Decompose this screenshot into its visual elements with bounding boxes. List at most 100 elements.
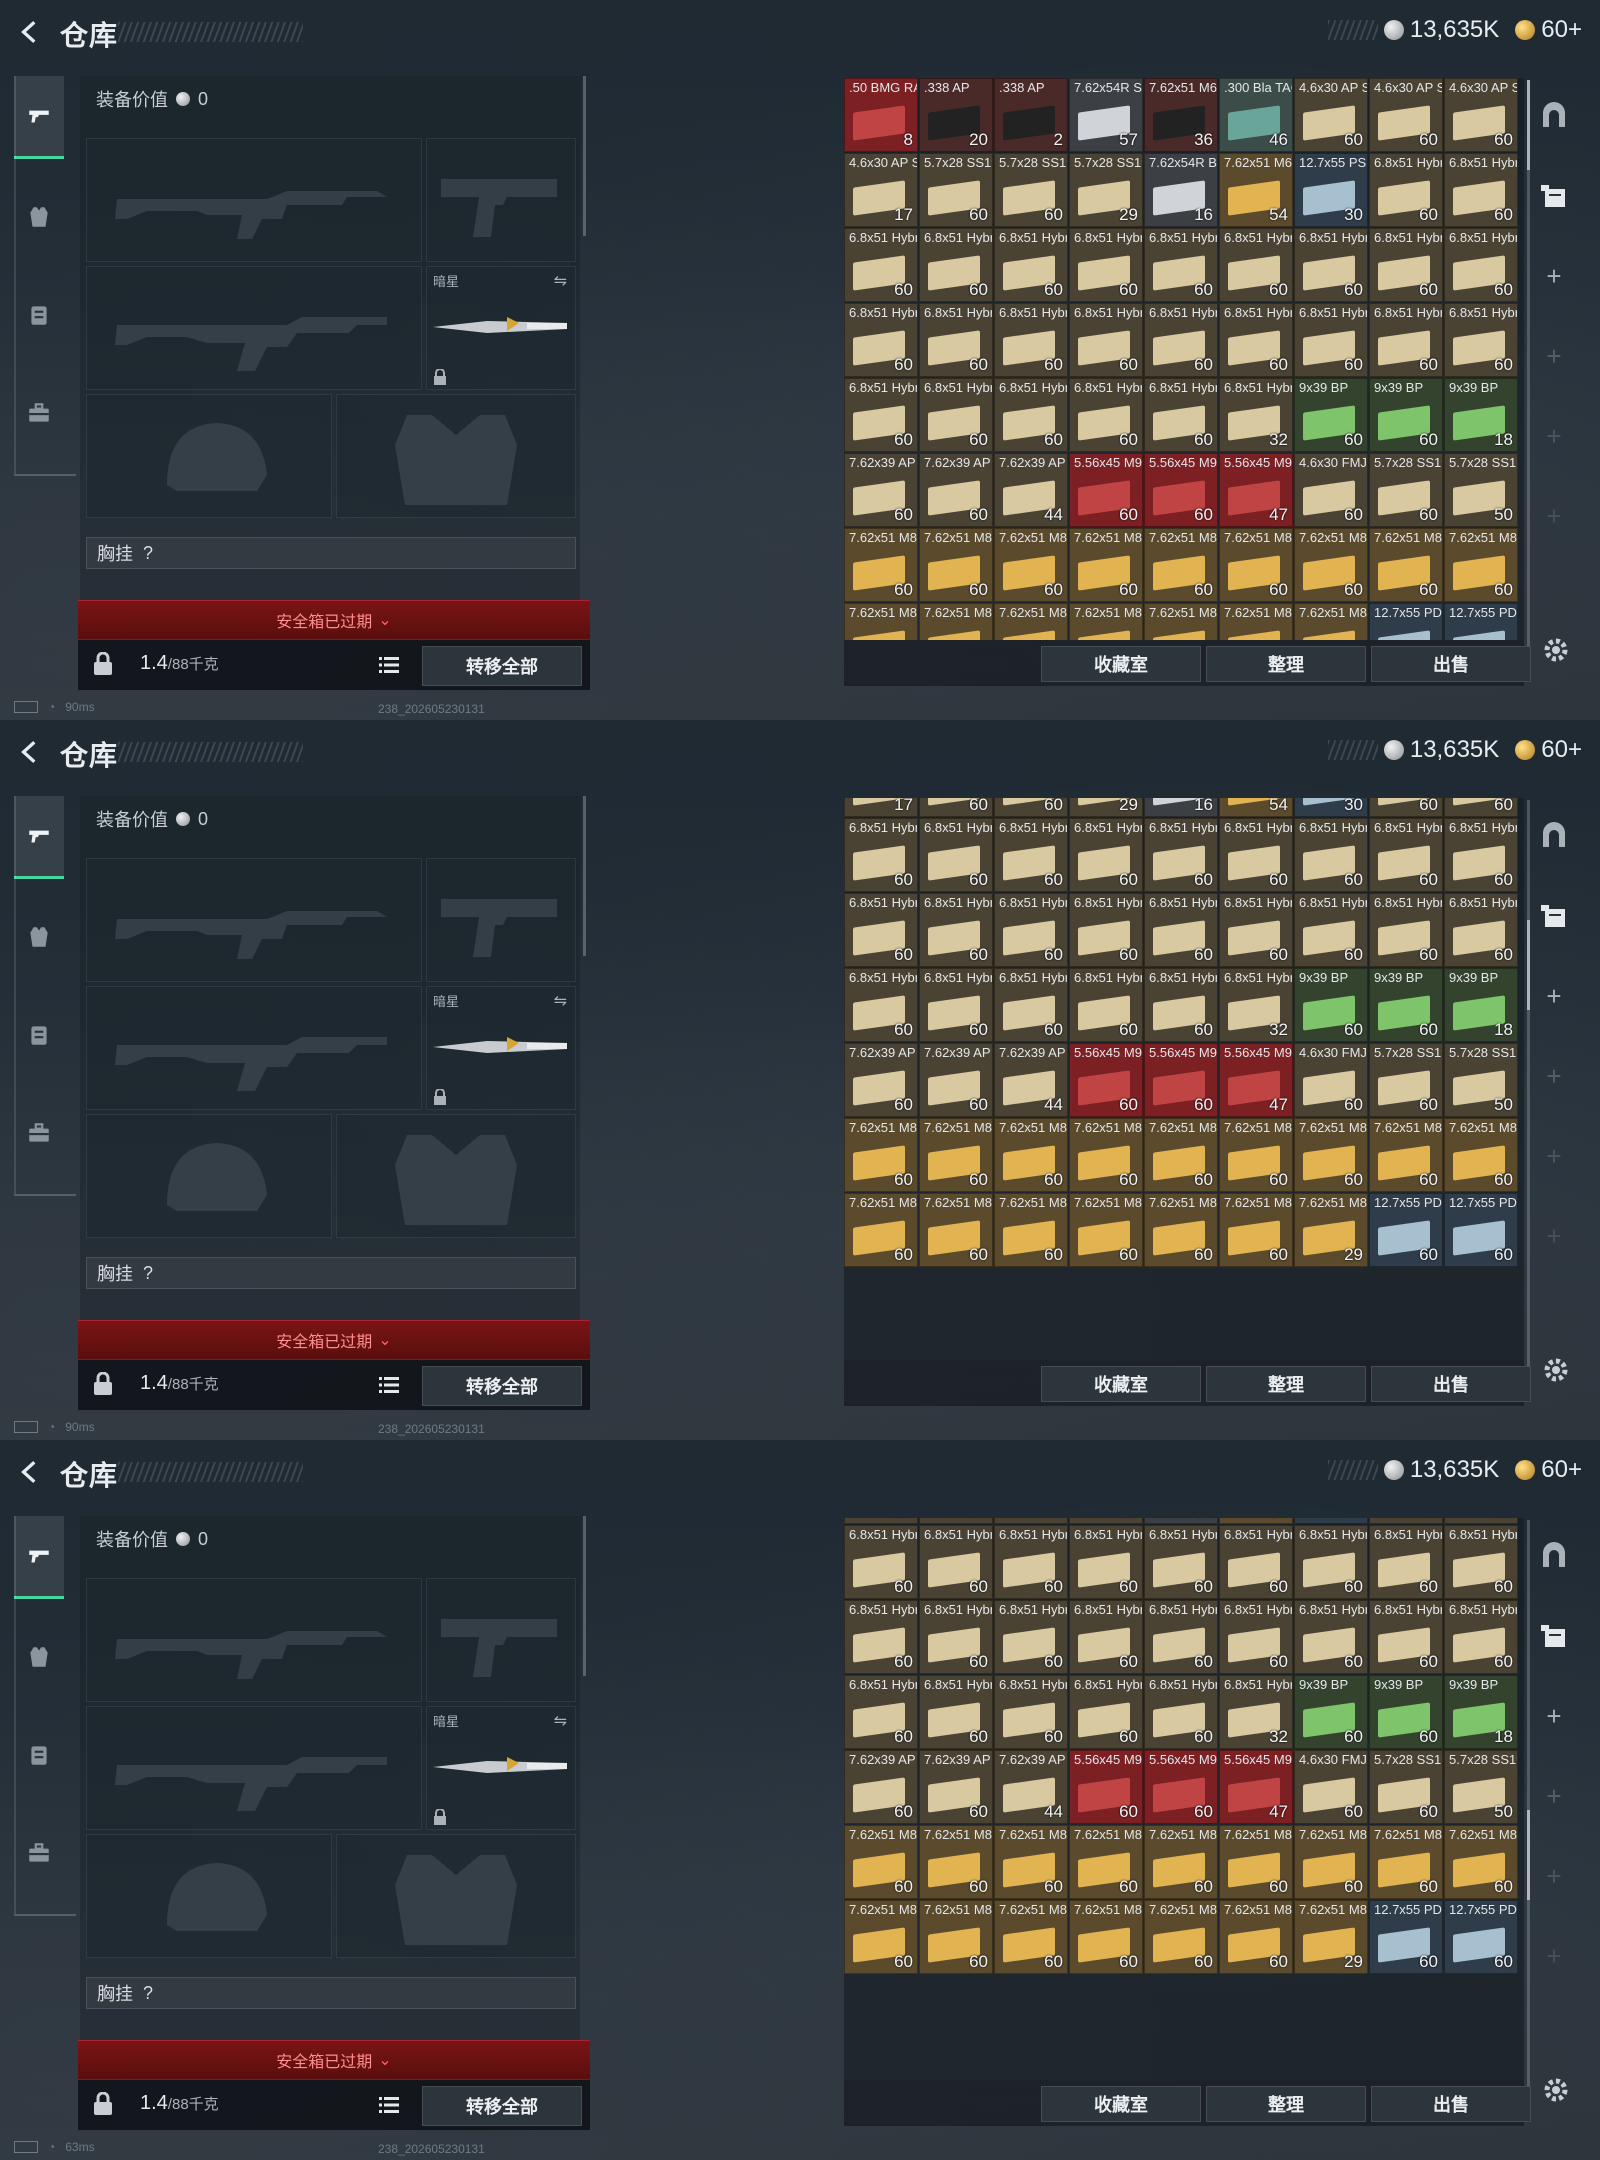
transfer-all-button[interactable]: 转移全部 [422,1366,582,1406]
inventory-item[interactable]: 4.6x30 AP SX 17 [844,153,918,227]
inventory-item[interactable]: 6.8x51 Hybrid60 [1069,968,1143,1042]
inventory-item[interactable]: 6.8x51 Hybrid60 [844,303,918,377]
inventory-item[interactable]: 6.8x51 Hybrid60 [994,968,1068,1042]
inventory-item[interactable]: 6.8x51 Hybrid60 [1444,1525,1518,1599]
inventory-item[interactable]: 6.8x51 Hybrid60 [844,818,918,892]
inventory-item[interactable]: 12.7x55 PS12B30 [1294,798,1368,817]
inventory-item[interactable]: 9x39 BP 60 [1294,1675,1368,1749]
container-tab[interactable] [1534,176,1574,216]
inventory-item[interactable]: 7.62x51 M80 60 [844,1825,918,1899]
inventory-item[interactable]: 6.8x51 Hybrid60 [994,893,1068,967]
transfer-all-button[interactable]: 转移全部 [422,2086,582,2126]
nav-tab-case[interactable] [14,373,64,453]
inventory-item[interactable]: 6.8x51 Hybrid 32 [1219,968,1293,1042]
inventory-item[interactable]: 6.8x51 Hybrid60 [1294,1525,1368,1599]
back-button[interactable] [12,734,48,770]
inventory-item[interactable]: 4.6x30 AP SX 60 [1294,78,1368,152]
transfer-all-button[interactable]: 转移全部 [422,646,582,686]
inventory-item[interactable]: 7.62x51 M80 60 [1294,528,1368,602]
inventory-item[interactable]: 7.62x51 M80 60 [1444,528,1518,602]
add-tab-button[interactable]: + [1534,1696,1574,1736]
equipment-scrollbar[interactable] [583,76,586,236]
inventory-item[interactable]: 7.62x51 M8029 [1294,603,1368,640]
nav-tab-case[interactable] [14,1093,64,1173]
inventory-item[interactable]: 7.62x39 AP 60 [919,1043,993,1117]
inventory-scrollbar[interactable] [1527,800,1530,1400]
inventory-item[interactable]: 6.8x51 Hybrid60 [1369,303,1443,377]
inventory-item[interactable]: 6.8x51 Hybrid60 [1444,303,1518,377]
inventory-grid-viewport[interactable]: .50 BMG RAZOR 8 .338 AP 20 .338 AP 2 7.62x54R … [844,78,1524,640]
inventory-item[interactable]: 7.62x51 M80 60 [1144,1825,1218,1899]
secondary-weapon-slot[interactable] [86,266,422,390]
inventory-item[interactable]: 12.7x55 PD穿刺弹头 60 [1444,1900,1518,1974]
inventory-scroll-thumb[interactable] [1527,920,1530,1010]
inventory-item[interactable]: 5.7x28 SS19060 [919,1518,993,1524]
inventory-item[interactable]: 6.8x51 Hybrid60 [844,1675,918,1749]
inventory-item[interactable]: 6.8x51 Hybrid60 [1444,1518,1518,1524]
armor-slot[interactable] [336,1114,576,1238]
inventory-item[interactable]: 5.7x28 SS19060 [994,798,1068,817]
inventory-item[interactable]: 6.8x51 Hybrid 32 [1219,1675,1293,1749]
inventory-item[interactable]: 7.62x51 M80 60 [1219,1118,1293,1192]
inventory-item[interactable]: 6.8x51 Hybrid60 [1069,1600,1143,1674]
add-tab-button[interactable]: + [1534,976,1574,1016]
inventory-item[interactable]: 6.8x51 Hybrid60 [1294,303,1368,377]
inventory-item[interactable]: 6.8x51 Hybrid60 [844,1525,918,1599]
stash-tab[interactable] [1534,816,1574,856]
inventory-item[interactable]: 4.6x30 AP SX 60 [1369,78,1443,152]
equipment-scrollbar[interactable] [583,796,586,956]
inventory-item[interactable]: 6.8x51 Hybrid60 [1294,893,1368,967]
melee-slot[interactable]: 暗星 ⇋ [426,1706,576,1830]
inventory-item[interactable]: 6.8x51 Hybrid60 [1219,1525,1293,1599]
inventory-item[interactable]: 9x39 BP 60 [1294,378,1368,452]
inventory-item[interactable]: 6.8x51 Hybrid60 [1219,818,1293,892]
inventory-item[interactable]: 6.8x51 Hybrid60 [1144,303,1218,377]
inventory-item[interactable]: 6.8x51 Hybrid60 [844,893,918,967]
inventory-item[interactable]: 5.7x28 SS190 50 [1444,1043,1518,1117]
inventory-item[interactable]: 6.8x51 Hybrid60 [1369,153,1443,227]
inventory-item[interactable]: 6.8x51 Hybrid60 [1294,818,1368,892]
inventory-item[interactable]: .338 AP 20 [919,78,993,152]
inventory-item[interactable]: 6.8x51 Hybrid60 [1444,228,1518,302]
nav-tab-armor[interactable] [14,1617,64,1697]
inventory-item[interactable]: 7.62x51 M6254 [1219,798,1293,817]
inventory-item[interactable]: 12.7x55 PD穿刺弹头 60 [1444,1193,1518,1267]
melee-slot[interactable]: 暗星 ⇋ [426,986,576,1110]
inventory-item[interactable]: 7.62x51 M8029 [1294,1900,1368,1974]
inventory-item[interactable]: 5.56x45 M955 47 [1219,1750,1293,1824]
inventory-item[interactable]: 6.8x51 Hybrid60 [1444,153,1518,227]
inventory-item[interactable]: 6.8x51 Hybrid60 [1069,228,1143,302]
nav-tab-weapons[interactable] [14,76,64,159]
add-tab-button-4[interactable]: + [1534,496,1574,536]
inventory-item[interactable]: 7.62x51 M80 60 [1369,1118,1443,1192]
inventory-item[interactable]: 6.8x51 Hybrid60 [1144,1600,1218,1674]
inventory-item[interactable]: 7.62x51 M61 36 [1144,78,1218,152]
inventory-item[interactable]: 7.62x51 M80 60 [1369,528,1443,602]
inventory-item[interactable]: 7.62x51 M80 60 [919,1900,993,1974]
sell-button[interactable]: 出售 [1371,2086,1531,2122]
inventory-item[interactable]: 6.8x51 Hybrid60 [844,378,918,452]
collection-room-button[interactable]: 收藏室 [1041,2086,1201,2122]
inventory-item[interactable]: 6.8x51 Hybrid60 [1369,228,1443,302]
inventory-item[interactable]: 6.8x51 Hybrid60 [994,818,1068,892]
inventory-item[interactable]: 7.62x51 M80 60 [1069,1118,1143,1192]
list-icon[interactable] [378,1374,400,1396]
inventory-item[interactable]: 6.8x51 Hybrid60 [1069,378,1143,452]
add-tab-button-2[interactable]: + [1534,336,1574,376]
inventory-item[interactable]: 5.7x28 SS190 29 [1069,153,1143,227]
inventory-item[interactable]: 7.62x51 M80 60 [919,1825,993,1899]
nav-tab-weapons[interactable] [14,796,64,879]
inventory-item[interactable]: 6.8x51 Hybrid60 [844,968,918,1042]
add-tab-button-2[interactable]: + [1534,1776,1574,1816]
settings-gear-icon[interactable] [1540,634,1572,666]
container-tab[interactable] [1534,1616,1574,1656]
add-tab-button-3[interactable]: + [1534,1136,1574,1176]
inventory-item[interactable]: 7.62x39 AP 60 [919,1750,993,1824]
inventory-item[interactable]: 6.8x51 Hybrid60 [919,228,993,302]
inventory-item[interactable]: 6.8x51 Hybrid60 [1369,818,1443,892]
pistol-slot[interactable] [426,858,576,982]
inventory-item[interactable]: 6.8x51 Hybrid60 [919,303,993,377]
inventory-item[interactable]: 12.7x55 PD穿刺弹头 60 [1369,1900,1443,1974]
inventory-item[interactable]: 7.62x51 M6254 [1219,1518,1293,1524]
inventory-item[interactable]: 7.62x51 M80 60 [1444,1825,1518,1899]
